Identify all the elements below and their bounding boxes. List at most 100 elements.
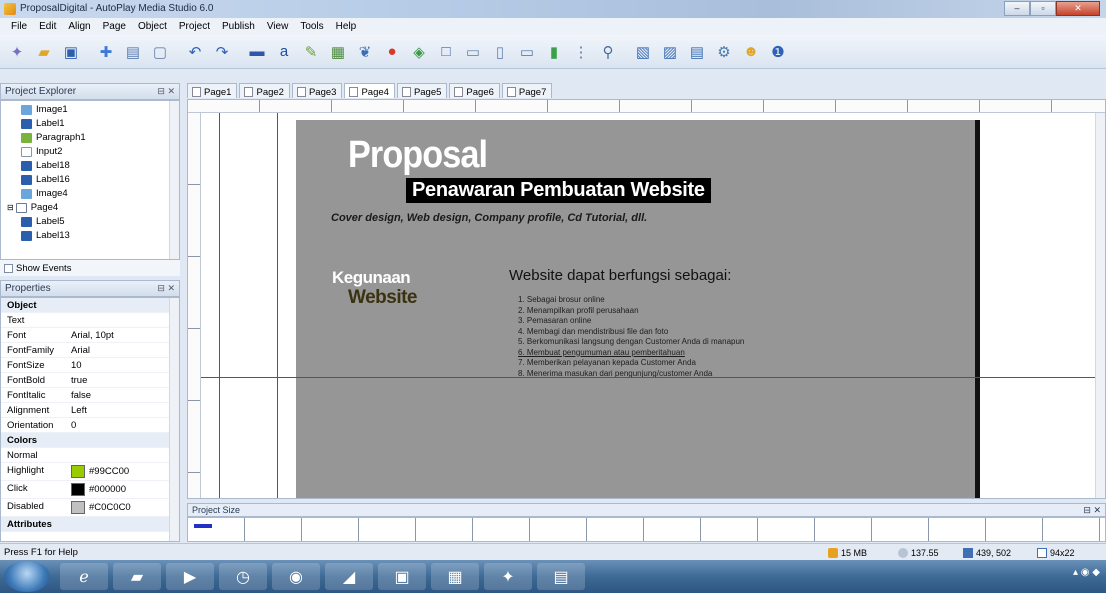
menu-file[interactable]: File bbox=[6, 18, 34, 35]
button-object-icon[interactable]: ▬ bbox=[246, 41, 268, 63]
tab-page4[interactable]: Page4 bbox=[344, 83, 395, 98]
page-icon[interactable]: ▤ bbox=[122, 41, 144, 63]
prop-row-click[interactable]: Click #000000 bbox=[1, 481, 169, 499]
ie-taskbar-icon[interactable]: ℯ bbox=[60, 563, 108, 590]
panel-pin-icon[interactable]: ⊟ ✕ bbox=[157, 86, 175, 97]
show-events-toggle[interactable]: Show Events bbox=[0, 260, 180, 276]
menu-object[interactable]: Object bbox=[133, 18, 174, 35]
prop-row-fontsize[interactable]: FontSize 10 bbox=[1, 358, 169, 373]
web-object-icon[interactable]: ◈ bbox=[408, 41, 430, 63]
collapse-icon[interactable]: ⊟ bbox=[7, 203, 14, 212]
tab-page2[interactable]: Page2 bbox=[239, 83, 290, 98]
maximize-button[interactable]: ▫ bbox=[1030, 1, 1056, 16]
click-color-swatch[interactable] bbox=[71, 483, 85, 496]
prop-row-disabled[interactable]: Disabled #C0C0C0 bbox=[1, 499, 169, 517]
tab-page1[interactable]: Page1 bbox=[187, 83, 238, 98]
prop-group-colors[interactable]: Colors bbox=[1, 433, 169, 448]
clock-taskbar-icon[interactable]: ◷ bbox=[219, 563, 267, 590]
menu-help[interactable]: Help bbox=[331, 18, 364, 35]
prop-row-fontitalic[interactable]: FontItalic false bbox=[1, 388, 169, 403]
wand-icon[interactable]: ✦ bbox=[6, 41, 28, 63]
system-tray[interactable]: ▴ ◉ ◆ bbox=[1073, 567, 1100, 578]
flash-object-icon[interactable]: ❦ bbox=[354, 41, 376, 63]
page-subtitle-label[interactable]: Penawaran Pembuatan Website bbox=[406, 178, 711, 203]
menu-edit[interactable]: Edit bbox=[34, 18, 63, 35]
properties-scrollbar[interactable] bbox=[169, 298, 179, 541]
close-button[interactable]: ✕ bbox=[1056, 1, 1100, 16]
preview-icon[interactable]: ▧ bbox=[632, 41, 654, 63]
open-folder-icon[interactable]: ▰ bbox=[33, 41, 55, 63]
help-icon[interactable]: ❶ bbox=[767, 41, 789, 63]
menu-tools[interactable]: Tools bbox=[295, 18, 330, 35]
page-tagline-label[interactable]: Cover design, Web design, Company profil… bbox=[331, 212, 647, 224]
app-taskbar-icon[interactable]: ◢ bbox=[325, 563, 373, 590]
media-player-taskbar-icon[interactable]: ▶ bbox=[166, 563, 214, 590]
menu-page[interactable]: Page bbox=[98, 18, 133, 35]
document-icon[interactable]: ▤ bbox=[686, 41, 708, 63]
show-events-checkbox[interactable] bbox=[4, 263, 13, 273]
prop-row-orientation[interactable]: Orientation 0 bbox=[1, 418, 169, 433]
tree-item[interactable]: Input2 bbox=[21, 146, 62, 157]
function-list-paragraph[interactable]: 1. Sebagai brosur online 2. Menampilkan … bbox=[518, 295, 744, 379]
progress-object-icon[interactable]: ▮ bbox=[543, 41, 565, 63]
rectangle-object-icon[interactable]: □ bbox=[435, 41, 457, 63]
build-icon[interactable]: ⚙ bbox=[713, 41, 735, 63]
disabled-color-swatch[interactable] bbox=[71, 501, 85, 514]
vertical-guide[interactable] bbox=[219, 113, 220, 498]
undo-icon[interactable]: ↶ bbox=[184, 41, 206, 63]
tab-page5[interactable]: Page5 bbox=[396, 83, 448, 98]
blank-page-icon[interactable]: ▢ bbox=[149, 41, 171, 63]
prop-group-attributes[interactable]: Attributes bbox=[1, 517, 169, 532]
list-object-icon[interactable]: ▯ bbox=[489, 41, 511, 63]
menu-align[interactable]: Align bbox=[63, 18, 97, 35]
start-button[interactable] bbox=[4, 561, 50, 592]
function-heading-label[interactable]: Website dapat berfungsi sebagai: bbox=[509, 267, 731, 284]
smiley-icon[interactable]: ☻ bbox=[740, 41, 762, 63]
prop-row-fontfamily[interactable]: FontFamily Arial bbox=[1, 343, 169, 358]
window-taskbar-icon[interactable]: ▣ bbox=[378, 563, 426, 590]
prop-row-normal[interactable]: Normal bbox=[1, 448, 169, 463]
tree-object-icon[interactable]: ⋮ bbox=[570, 41, 592, 63]
page-title-label[interactable]: Proposal bbox=[348, 134, 488, 177]
image-object-icon[interactable]: ▦ bbox=[327, 41, 349, 63]
publish-icon[interactable]: ▨ bbox=[659, 41, 681, 63]
tree-item[interactable]: Label1 bbox=[21, 118, 65, 129]
paragraph-object-icon[interactable]: ✎ bbox=[300, 41, 322, 63]
tree-item[interactable]: Label16 bbox=[21, 174, 70, 185]
vertical-guide[interactable] bbox=[277, 113, 278, 498]
minimize-button[interactable]: – bbox=[1004, 1, 1030, 16]
presentation-taskbar-icon[interactable]: ▦ bbox=[431, 563, 479, 590]
kegunaan-label[interactable]: Kegunaan bbox=[332, 268, 411, 288]
menu-project[interactable]: Project bbox=[174, 18, 217, 35]
prop-row-text[interactable]: Text bbox=[1, 313, 169, 328]
panel-pin-icon[interactable]: ⊟ ✕ bbox=[157, 283, 175, 294]
tree-item[interactable]: Label13 bbox=[21, 230, 70, 241]
zoom-icon[interactable]: ⚲ bbox=[597, 41, 619, 63]
explorer-taskbar-icon[interactable]: ▤ bbox=[537, 563, 585, 590]
menu-publish[interactable]: Publish bbox=[217, 18, 262, 35]
record-icon[interactable]: ● bbox=[381, 41, 403, 63]
workspace-scrollbar[interactable] bbox=[1095, 113, 1105, 498]
tab-page7[interactable]: Page7 bbox=[501, 83, 553, 98]
tree-item[interactable]: Label5 bbox=[21, 216, 65, 227]
folder-taskbar-icon[interactable]: ▰ bbox=[113, 563, 161, 590]
prop-row-alignment[interactable]: Alignment Left bbox=[1, 403, 169, 418]
save-icon[interactable]: ▣ bbox=[60, 41, 82, 63]
firefox-taskbar-icon[interactable]: ◉ bbox=[272, 563, 320, 590]
redo-icon[interactable]: ↷ bbox=[211, 41, 233, 63]
design-workspace[interactable]: Proposal Penawaran Pembuatan Website Cov… bbox=[187, 99, 1106, 499]
website-label[interactable]: Website bbox=[348, 287, 418, 309]
tab-page3[interactable]: Page3 bbox=[291, 83, 343, 98]
explorer-scrollbar[interactable] bbox=[169, 101, 179, 259]
prop-row-font[interactable]: Font Arial, 10pt bbox=[1, 328, 169, 343]
tree-item[interactable]: ⊟ Page4 bbox=[7, 202, 58, 213]
tab-page6[interactable]: Page6 bbox=[449, 83, 500, 98]
tree-item[interactable]: Label18 bbox=[21, 160, 70, 171]
menu-view[interactable]: View bbox=[262, 18, 296, 35]
panel-pin-icon[interactable]: ⊟ ✕ bbox=[1083, 505, 1101, 516]
design-page[interactable]: Proposal Penawaran Pembuatan Website Cov… bbox=[296, 120, 976, 498]
prop-group-object[interactable]: Object bbox=[1, 298, 169, 313]
input-object-icon[interactable]: ▭ bbox=[462, 41, 484, 63]
tree-item[interactable]: Image4 bbox=[21, 188, 68, 199]
tree-item[interactable]: Paragraph1 bbox=[21, 132, 86, 143]
